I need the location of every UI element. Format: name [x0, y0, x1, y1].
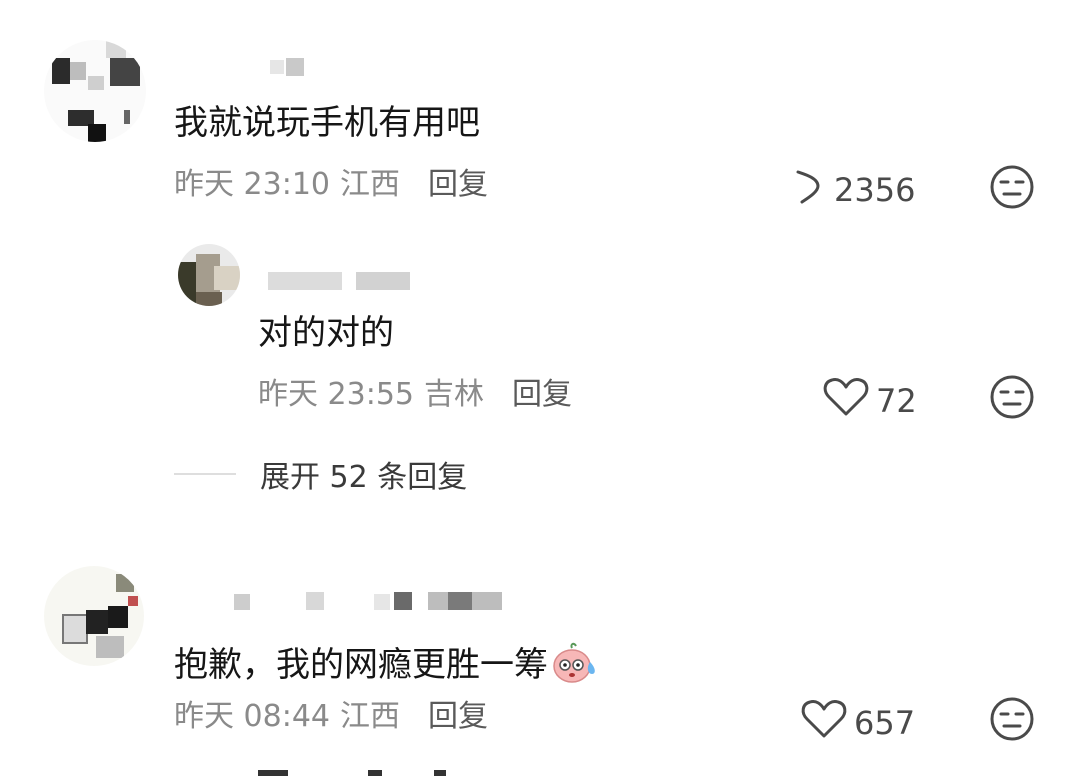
comment-time: 昨天 08:44 — [174, 699, 330, 734]
comment-time: 昨天 23:10 — [174, 167, 330, 202]
comment-location: 江西 — [340, 167, 400, 202]
neutral-face-icon[interactable] — [989, 696, 1035, 746]
next-comment-partial — [258, 768, 458, 776]
reply-meta: 昨天 23:55 吉林 回复 — [258, 380, 572, 410]
comment-location: 江西 — [340, 699, 400, 734]
comment-text: 抱歉，我的网瘾更胜一筹 — [174, 645, 548, 685]
like-count: 2356 — [834, 171, 916, 209]
like-button[interactable]: 657 — [800, 698, 915, 748]
reply-username-blurred[interactable] — [266, 270, 416, 292]
reply-location: 吉林 — [424, 377, 484, 412]
like-count: 657 — [854, 704, 916, 742]
expand-replies-label: 展开 52 条回复 — [260, 460, 468, 495]
like-button[interactable]: 72 — [822, 376, 917, 426]
reply-button[interactable]: 回复 — [428, 170, 488, 200]
reply-avatar[interactable] — [178, 244, 240, 306]
avatar[interactable] — [44, 40, 146, 142]
heart-icon — [822, 376, 876, 426]
username-blurred[interactable] — [268, 56, 308, 78]
reply-time: 昨天 23:55 — [258, 377, 414, 412]
reply-button[interactable]: 回复 — [428, 702, 488, 732]
comment-meta: 昨天 23:10 江西 回复 — [174, 170, 488, 200]
heart-icon — [790, 166, 834, 214]
comment-text-row: 抱歉，我的网瘾更胜一筹 — [174, 638, 598, 692]
expand-replies-button[interactable]: 展开 52 条回复 — [174, 452, 467, 496]
reply-text: 对的对的 — [258, 313, 394, 353]
avatar[interactable] — [44, 566, 144, 666]
like-count: 72 — [876, 382, 917, 420]
divider — [174, 473, 236, 475]
like-button[interactable]: 2356 — [790, 166, 915, 214]
sweating-blush-emoji — [550, 638, 598, 692]
comment-meta: 昨天 08:44 江西 回复 — [174, 702, 488, 732]
neutral-face-icon[interactable] — [989, 164, 1035, 214]
neutral-face-icon[interactable] — [989, 374, 1035, 424]
reply-button[interactable]: 回复 — [512, 380, 572, 410]
username-blurred[interactable] — [230, 576, 530, 616]
comment-text: 我就说玩手机有用吧 — [174, 103, 480, 143]
heart-icon — [800, 698, 854, 748]
